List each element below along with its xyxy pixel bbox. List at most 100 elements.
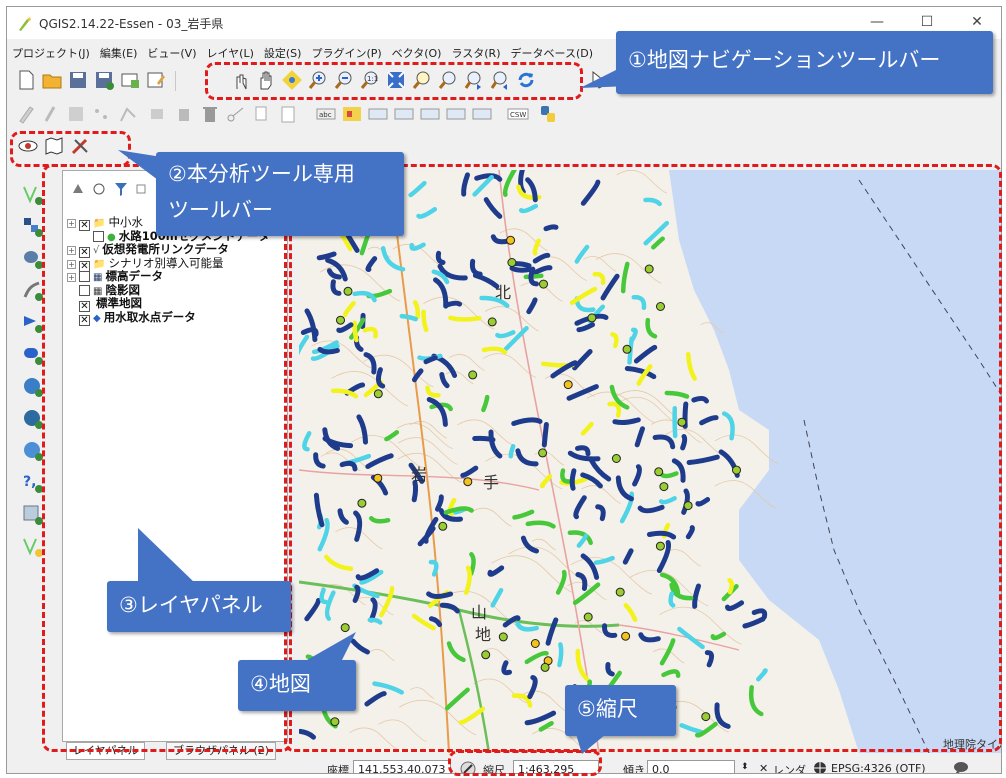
add-mssql-layer-icon[interactable]: [21, 311, 45, 335]
menu-view[interactable]: ビュー(V): [142, 43, 201, 63]
tab-browser-panel[interactable]: ブラウザパネル (2): [166, 742, 277, 760]
close-button[interactable]: ✕: [957, 11, 997, 33]
add-wcs-layer-icon[interactable]: [21, 407, 45, 431]
map-book-icon[interactable]: [43, 135, 65, 157]
csw-icon[interactable]: CSW: [507, 103, 529, 125]
layer-item[interactable]: ▦ 陰影図: [67, 283, 140, 297]
save-project-icon[interactable]: [67, 69, 89, 91]
menu-database[interactable]: データベース(D): [506, 43, 599, 63]
diagram-tool-icon[interactable]: [341, 103, 363, 125]
add-feature-icon[interactable]: [91, 103, 113, 125]
analysis-tool-icon[interactable]: [69, 135, 91, 157]
add-delimited-text-icon[interactable]: ?,: [21, 471, 45, 495]
layer-visibility-checkbox[interactable]: [93, 230, 104, 242]
add-vector-layer-icon[interactable]: [21, 183, 45, 207]
new-layer-icon[interactable]: [21, 535, 45, 559]
label-tool-icon[interactable]: abc: [315, 103, 337, 125]
style-manager-icon[interactable]: [73, 184, 83, 193]
move-feature-icon[interactable]: [147, 103, 169, 125]
menu-layer[interactable]: レイヤ(L): [201, 43, 258, 63]
pin-labels-icon[interactable]: [367, 103, 389, 125]
refresh-icon[interactable]: [515, 69, 537, 91]
lock-scale-icon[interactable]: [459, 760, 477, 774]
layer-item[interactable]: + ▦ 標高データ: [67, 269, 163, 283]
change-label-icon[interactable]: [471, 103, 493, 125]
pan-map-icon[interactable]: [255, 69, 277, 91]
expand-toggle[interactable]: +: [67, 259, 76, 269]
toggle-editing-icon[interactable]: [15, 103, 37, 125]
add-raster-layer-icon[interactable]: [21, 215, 45, 239]
layer-item[interactable]: + ✕ √ 仮想発電所リンクデータ: [67, 242, 229, 258]
rotation-field[interactable]: 0.0: [647, 760, 735, 773]
save-edits-icon[interactable]: [65, 103, 87, 125]
zoom-to-selection-icon[interactable]: [411, 69, 433, 91]
maximize-button[interactable]: ☐: [907, 11, 947, 33]
menu-edit[interactable]: 編集(E): [95, 43, 143, 63]
touch-zoom-icon[interactable]: [229, 69, 251, 91]
new-print-composer-icon[interactable]: [119, 69, 141, 91]
add-spatialite-layer-icon[interactable]: [21, 279, 45, 303]
expand-toggle[interactable]: +: [67, 246, 76, 255]
copy-features-icon[interactable]: [251, 103, 273, 125]
layer-item[interactable]: ✕ 標準地図: [67, 296, 142, 312]
map-image[interactable]: 北岩 手山地 地理院タイル: [299, 170, 1002, 753]
zoom-last-icon[interactable]: [463, 69, 485, 91]
menu-project[interactable]: プロジェクト(J): [7, 43, 95, 63]
render-checkbox[interactable]: ✕: [759, 762, 768, 773]
menu-vector[interactable]: ベクタ(O): [387, 43, 447, 63]
eye-view-icon[interactable]: [17, 135, 39, 157]
zoom-native-resolution-icon[interactable]: 1:1: [359, 69, 381, 91]
tab-layer-panel[interactable]: レイヤパネル: [66, 742, 146, 760]
expand-toggle: [67, 312, 76, 321]
delete-selected-icon[interactable]: [173, 103, 195, 125]
zoom-in-icon[interactable]: [307, 69, 329, 91]
add-virtual-layer-icon[interactable]: [21, 503, 45, 527]
layer-visibility-checkbox[interactable]: ✕: [79, 314, 90, 326]
crs-globe-icon[interactable]: [813, 761, 827, 774]
add-group-icon[interactable]: [93, 183, 105, 195]
show-hide-labels-icon[interactable]: [393, 103, 415, 125]
crs-status[interactable]: EPSG:4326 (OTF): [831, 762, 926, 773]
add-oracle-layer-icon[interactable]: [21, 343, 45, 367]
map-canvas[interactable]: 北岩 手山地 地理院タイル: [299, 170, 1002, 753]
add-wms-layer-icon[interactable]: [21, 375, 45, 399]
add-wfs-layer-icon[interactable]: [21, 439, 45, 463]
open-project-icon[interactable]: [41, 69, 63, 91]
composer-manager-icon[interactable]: [145, 69, 167, 91]
add-postgis-layer-icon[interactable]: [21, 247, 45, 271]
python-console-icon[interactable]: [537, 103, 559, 125]
trash-icon[interactable]: [199, 103, 221, 125]
layer-visibility-checkbox[interactable]: [79, 284, 90, 296]
rotation-spinner[interactable]: ⬍: [741, 762, 749, 772]
current-edits-icon[interactable]: [39, 103, 61, 125]
minimize-button[interactable]: —: [857, 11, 897, 33]
paste-features-icon[interactable]: [277, 103, 299, 125]
zoom-to-layer-icon[interactable]: [437, 69, 459, 91]
message-log-icon[interactable]: [953, 761, 969, 774]
layer-item[interactable]: + ✕ 📁 シナリオ別導入可能量: [67, 256, 223, 272]
layer-label: 陰影図: [105, 282, 140, 297]
coordinate-field[interactable]: 141.553,40.073: [353, 760, 451, 773]
zoom-full-icon[interactable]: [385, 69, 407, 91]
river-segment: [367, 617, 383, 625]
layer-item[interactable]: ✕ ◆ 用水取水点データ: [67, 310, 196, 326]
layer-visibility-checkbox[interactable]: [79, 271, 90, 282]
node-tool-icon[interactable]: [117, 103, 139, 125]
layer-item[interactable]: + ✕ 📁 中小水: [67, 215, 143, 231]
scale-field[interactable]: 1:463,295: [513, 760, 599, 773]
menu-raster[interactable]: ラスタ(R): [446, 43, 505, 63]
rotate-label-icon[interactable]: [445, 103, 467, 125]
zoom-out-icon[interactable]: [333, 69, 355, 91]
expand-toggle[interactable]: +: [67, 219, 76, 228]
expand-all-icon[interactable]: [136, 184, 146, 194]
move-label-icon[interactable]: [419, 103, 441, 125]
menu-settings[interactable]: 設定(S): [259, 43, 307, 63]
menu-plugins[interactable]: プラグイン(P): [306, 43, 386, 63]
save-as-icon[interactable]: [93, 69, 115, 91]
zoom-next-icon[interactable]: [489, 69, 511, 91]
expand-toggle[interactable]: +: [67, 273, 76, 282]
pan-to-selection-icon[interactable]: [281, 69, 303, 91]
new-project-icon[interactable]: [15, 69, 37, 91]
cut-features-icon[interactable]: [225, 103, 247, 125]
river-segment: [412, 300, 421, 320]
